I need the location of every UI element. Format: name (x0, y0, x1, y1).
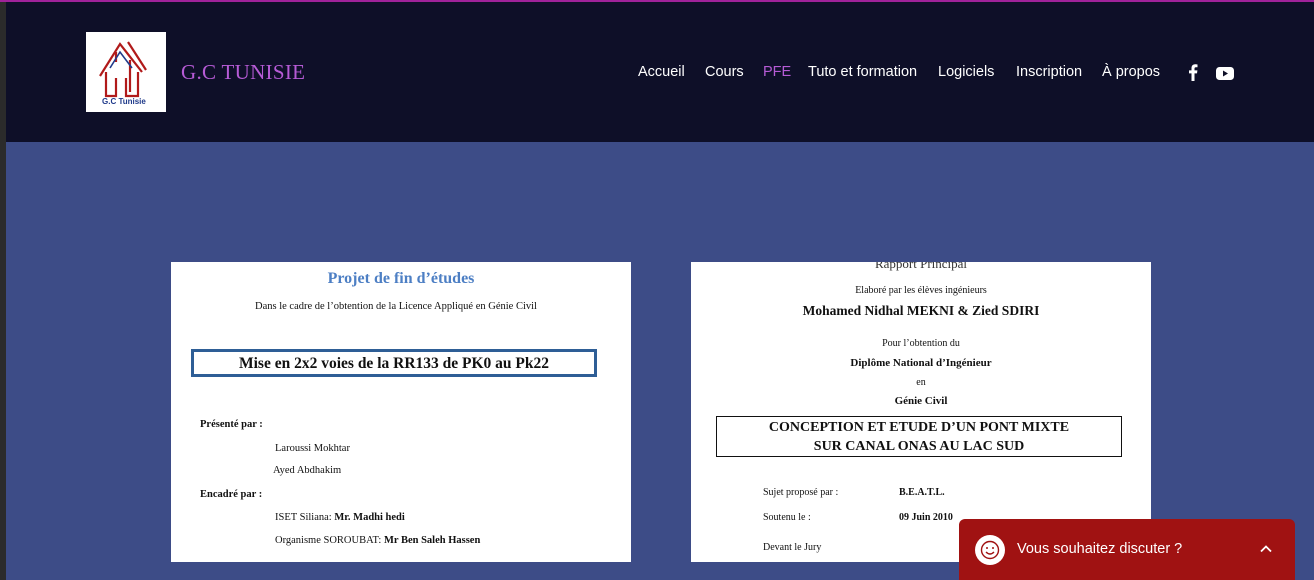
author-1: Laroussi Mokhtar (275, 443, 350, 454)
nav-item-cours[interactable]: Cours (705, 64, 744, 80)
row-value-subject: B.E.A.T.L. (899, 487, 945, 498)
supervised-label: Encadré par : (200, 489, 263, 500)
site-logo[interactable]: G.C Tunisie (86, 32, 166, 112)
facebook-icon[interactable] (1188, 64, 1198, 86)
youtube-icon[interactable] (1216, 67, 1234, 85)
card-title: Projet de fin d’études (327, 270, 475, 287)
row-value-date: 09 Juin 2010 (899, 512, 953, 523)
field-line: Génie Civil (894, 395, 948, 407)
card-boxed-title: CONCEPTION ET ETUDE D’UN PONT MIXTE SUR … (716, 416, 1122, 457)
row-label-jury: Devant le Jury (763, 542, 822, 553)
nav-item-logiciels[interactable]: Logiciels (938, 64, 994, 80)
chat-label[interactable]: Vous souhaitez discuter ? (1017, 541, 1182, 557)
for-line: Pour l’obtention du (882, 338, 960, 349)
chat-widget[interactable]: Vous souhaitez discuter ? (959, 519, 1295, 580)
presented-label: Présenté par : (200, 419, 263, 430)
supervisor-2: Organisme SOROUBAT: Mr Ben Saleh Hassen (275, 535, 481, 546)
pfe-card-route[interactable]: Projet de fin d’études Dans le cadre de … (171, 262, 631, 562)
report-heading-cut: Rapport Principal (874, 262, 968, 271)
nav-item-tuto-formation[interactable]: Tuto et formation (808, 64, 917, 80)
card-boxed-title: Mise en 2x2 voies de la RR133 de PK0 au … (191, 349, 597, 377)
authors-line: Mohamed Nidhal MEKNI & Zied SDIRI (802, 303, 1040, 318)
author-2: Ayed Abdhakim (273, 465, 342, 476)
site-header: G.C Tunisie G.C TUNISIE Accueil Cours PF… (6, 2, 1314, 142)
nav-item-accueil[interactable]: Accueil (638, 64, 685, 80)
diploma-line: Diplôme National d’Ingénieur (850, 357, 992, 369)
row-label-date: Soutenu le : (763, 512, 811, 523)
elaborated-line: Elaboré par les élèves ingénieurs (855, 285, 987, 296)
nav-item-pfe[interactable]: PFE (763, 64, 791, 80)
chevron-up-icon[interactable] (1258, 541, 1274, 562)
nav-item-a-propos[interactable]: À propos (1102, 64, 1160, 80)
nav-item-inscription[interactable]: Inscription (1016, 64, 1082, 80)
house-logo-icon: G.C Tunisie (99, 41, 147, 106)
row-label-subject: Sujet proposé par : (763, 487, 839, 498)
card-subtitle: Dans le cadre de l’obtention de la Licen… (255, 301, 537, 312)
en-line: en (916, 377, 926, 388)
site-brand-name[interactable]: G.C TUNISIE (181, 60, 305, 85)
supervisor-1: ISET Siliana: Mr. Madhi hedi (275, 512, 405, 523)
pfe-card-pont[interactable]: Rapport Principal Elaboré par les élèves… (691, 262, 1151, 562)
svg-text:G.C Tunisie: G.C Tunisie (102, 97, 146, 106)
smiley-icon (975, 535, 1005, 565)
